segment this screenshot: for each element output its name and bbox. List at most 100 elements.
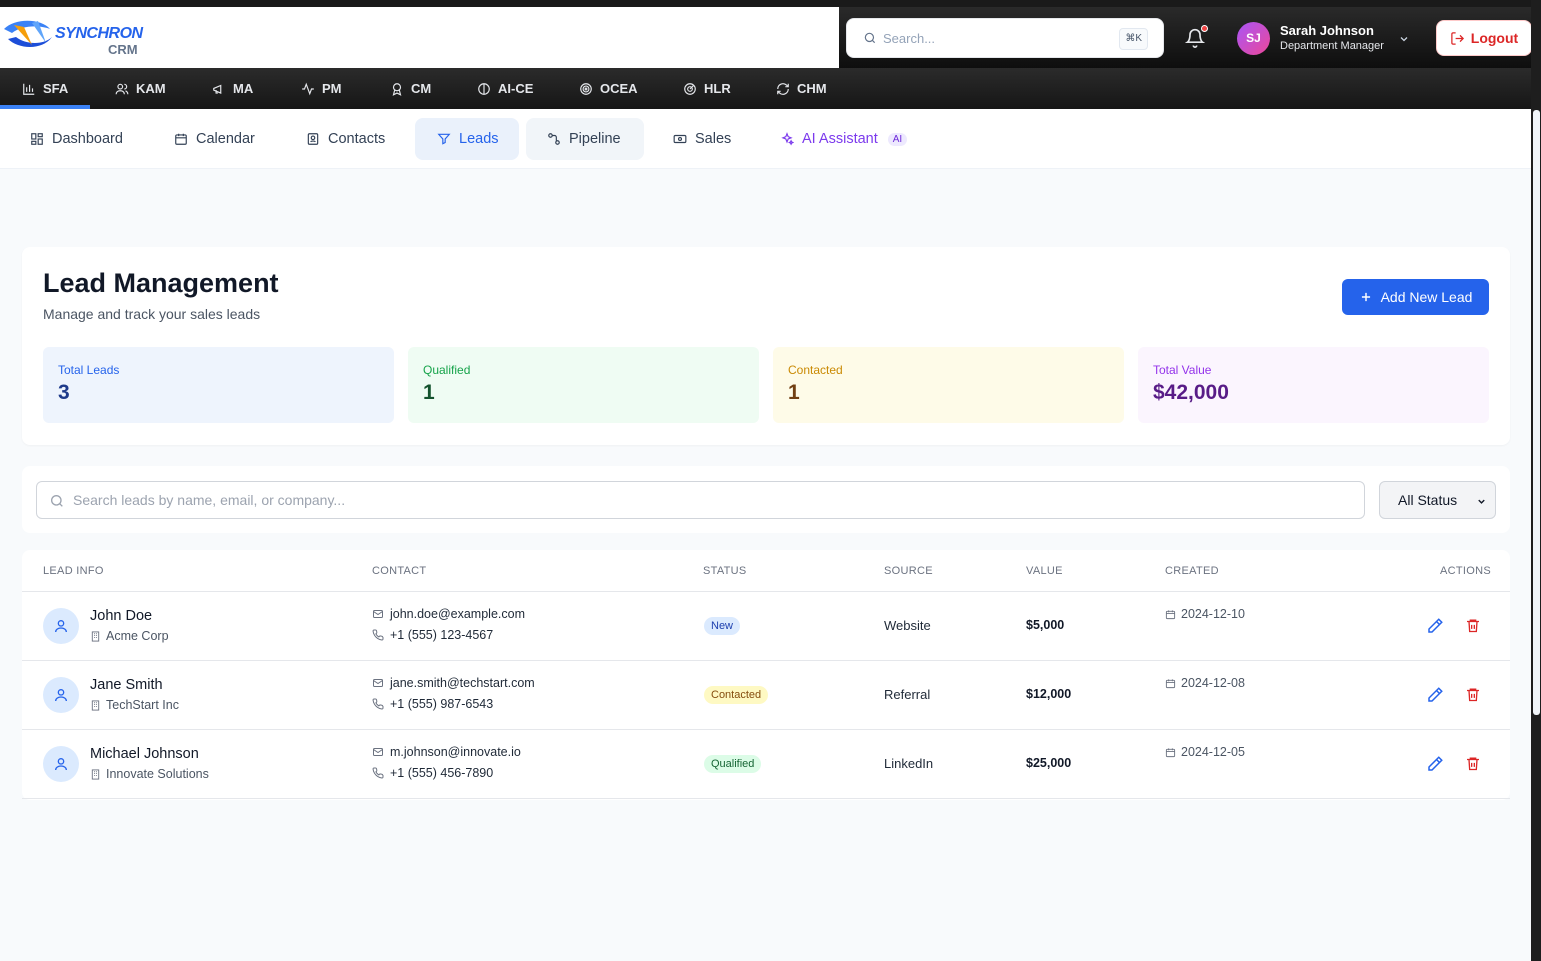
stat-value: 1	[788, 381, 800, 404]
lead-value: $25,000	[1026, 756, 1072, 770]
lead-phone[interactable]: +1 (555) 987-6543	[372, 697, 493, 711]
stat-label: Contacted	[788, 363, 843, 377]
lead-avatar	[43, 746, 79, 782]
stat-label: Qualified	[423, 363, 471, 377]
filter-icon	[437, 133, 451, 145]
lead-value: $12,000	[1026, 687, 1072, 701]
status-filter-value: All Status	[1398, 492, 1458, 508]
module-tab-chm[interactable]: CHM	[776, 68, 827, 109]
module-tab-hlr[interactable]: HLR	[683, 68, 731, 109]
chevron-down-icon[interactable]	[1398, 33, 1410, 45]
column-header[interactable]: CREATED	[1165, 565, 1219, 577]
module-tab-pm[interactable]: PM	[301, 68, 342, 109]
trash-icon[interactable]	[1465, 617, 1481, 634]
stat-value: 1	[423, 381, 435, 404]
user-icon	[55, 620, 67, 633]
module-tab-cm[interactable]: CM	[390, 68, 431, 109]
email-text: m.johnson@innovate.io	[390, 745, 521, 759]
award-icon	[392, 82, 402, 96]
lead-email[interactable]: john.doe@example.com	[372, 607, 525, 621]
tab-ai-assistant[interactable]: AI Assistant AI	[770, 118, 917, 160]
column-header[interactable]: SOURCE	[884, 565, 933, 577]
lead-company: TechStart Inc	[90, 698, 179, 712]
module-label: OCEA	[600, 81, 638, 96]
edit-icon[interactable]	[1426, 686, 1444, 704]
add-new-lead-button[interactable]: Add New Lead	[1342, 279, 1489, 315]
dashboard-icon	[31, 133, 43, 145]
lead-name[interactable]: Jane Smith	[90, 677, 163, 693]
tab-dashboard[interactable]: Dashboard	[20, 118, 133, 160]
mail-icon	[373, 610, 383, 618]
phone-icon	[372, 629, 384, 641]
lead-created: 2024-12-05	[1165, 745, 1245, 759]
trash-icon[interactable]	[1465, 686, 1481, 703]
column-header[interactable]: CONTACT	[372, 565, 426, 577]
tab-pipeline[interactable]: Pipeline	[526, 118, 644, 160]
table-row[interactable]: John Doe Acme Corp john.doe@example.com …	[22, 592, 1510, 661]
mail-icon	[373, 679, 383, 687]
stat-value: $42,000	[1153, 381, 1229, 404]
global-search-input[interactable]: Search... ⌘K	[846, 18, 1164, 58]
module-tab-ocea[interactable]: OCEA	[579, 68, 638, 109]
user-avatar[interactable]: SJ	[1237, 22, 1270, 55]
column-header[interactable]: VALUE	[1026, 565, 1063, 577]
lead-source: Website	[884, 618, 931, 633]
module-label: CHM	[797, 81, 827, 96]
lead-created: 2024-12-08	[1165, 676, 1245, 690]
user-role: Department Manager	[1280, 40, 1384, 52]
edit-icon[interactable]	[1426, 755, 1444, 773]
scrollbar-thumb[interactable]	[1533, 110, 1540, 715]
lead-created: 2024-12-10	[1165, 607, 1245, 621]
edit-icon[interactable]	[1426, 617, 1444, 635]
lead-name[interactable]: Michael Johnson	[90, 746, 199, 762]
tab-contacts[interactable]: Contacts	[296, 118, 395, 160]
stat-total-value: Total Value $42,000	[1138, 347, 1489, 423]
tab-label: Sales	[695, 131, 732, 147]
column-header[interactable]: STATUS	[703, 565, 747, 577]
window-top-strip	[0, 0, 1541, 7]
logout-button[interactable]: Logout	[1436, 20, 1532, 56]
tab-sales[interactable]: Sales	[663, 118, 741, 160]
search-icon	[51, 495, 63, 507]
phone-icon	[372, 767, 384, 779]
building-icon	[91, 699, 100, 711]
tab-leads[interactable]: Leads	[415, 118, 519, 160]
table-row[interactable]: Michael Johnson Innovate Solutions m.joh…	[22, 730, 1510, 799]
module-label: PM	[322, 81, 342, 96]
module-label: HLR	[704, 81, 731, 96]
lead-name[interactable]: John Doe	[90, 608, 152, 624]
module-tab-kam[interactable]: KAM	[115, 68, 166, 109]
building-icon	[91, 768, 100, 780]
megaphone-icon	[213, 84, 222, 94]
calendar-icon	[1165, 747, 1176, 757]
lead-search-input[interactable]: Search leads by name, email, or company.…	[36, 481, 1365, 519]
tab-label: Calendar	[196, 131, 255, 147]
user-icon	[55, 758, 67, 771]
tab-calendar[interactable]: Calendar	[164, 118, 265, 160]
trash-icon[interactable]	[1465, 755, 1481, 772]
module-tab-sfa[interactable]: SFA	[22, 68, 68, 109]
target-icon	[580, 82, 592, 95]
stat-qualified: Qualified 1	[408, 347, 759, 423]
sparkles-icon	[781, 132, 794, 146]
email-text: john.doe@example.com	[390, 607, 525, 621]
lead-phone[interactable]: +1 (555) 123-4567	[372, 628, 493, 642]
module-tab-ma[interactable]: MA	[212, 68, 253, 109]
brain-icon	[478, 82, 490, 95]
lead-email[interactable]: m.johnson@innovate.io	[372, 745, 521, 759]
users-icon	[115, 83, 129, 94]
user-name[interactable]: Sarah Johnson	[1280, 23, 1374, 38]
module-label: MA	[233, 81, 254, 96]
created-date: 2024-12-10	[1181, 607, 1245, 621]
column-header[interactable]: LEAD INFO	[43, 565, 104, 577]
tab-label: Pipeline	[569, 131, 621, 147]
tab-label: Leads	[459, 131, 499, 147]
status-filter-select[interactable]: All Status	[1379, 481, 1496, 519]
lead-company: Innovate Solutions	[90, 767, 209, 781]
lead-value: $5,000	[1026, 618, 1065, 632]
lead-email[interactable]: jane.smith@techstart.com	[372, 676, 535, 690]
phone-text: +1 (555) 123-4567	[390, 628, 494, 642]
lead-phone[interactable]: +1 (555) 456-7890	[372, 766, 493, 780]
table-row[interactable]: Jane Smith TechStart Inc jane.smith@tech…	[22, 661, 1510, 730]
module-tab-ai-ce[interactable]: AI-CE	[477, 68, 533, 109]
